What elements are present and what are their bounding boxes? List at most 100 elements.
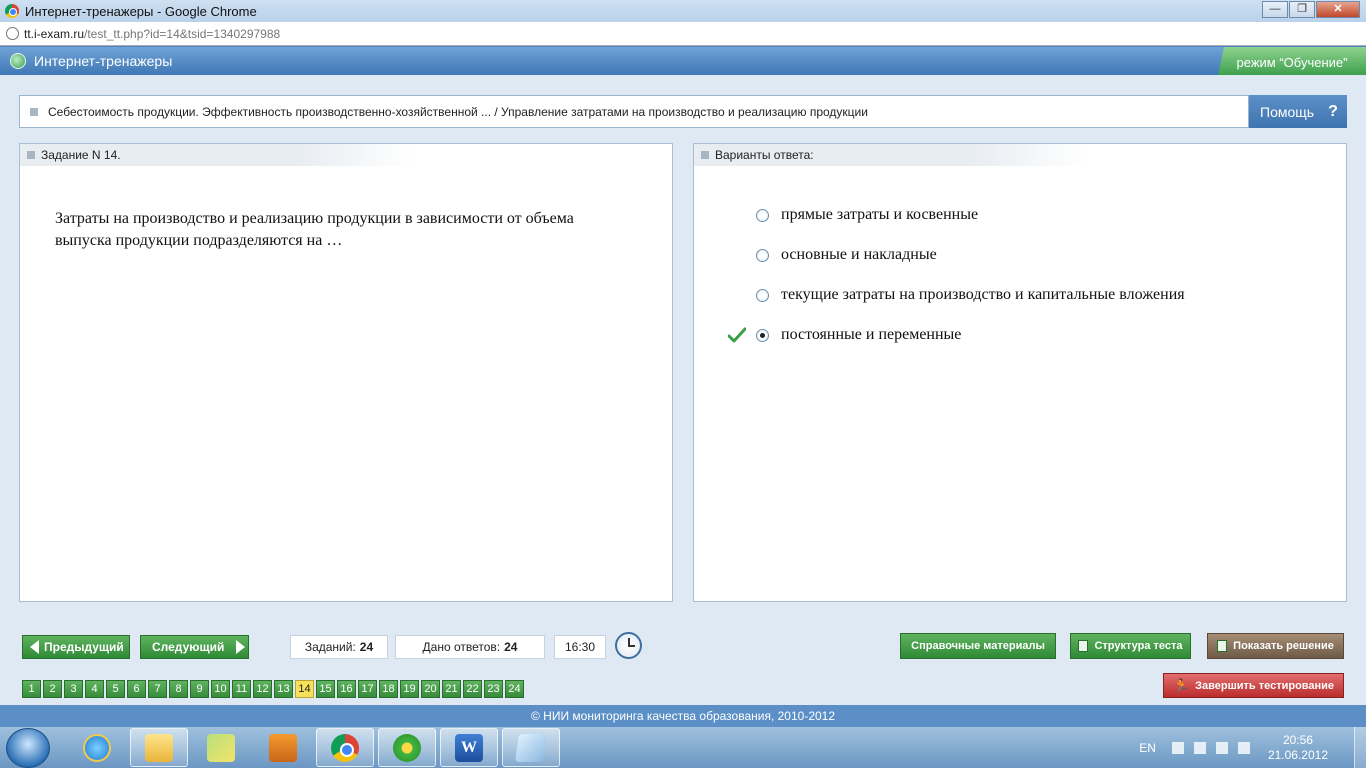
page-button-2[interactable]: 2 (43, 680, 62, 698)
show-solution-button[interactable]: Показать решение (1207, 633, 1344, 659)
page-button-14[interactable]: 14 (295, 680, 314, 698)
help-button[interactable]: Помощь ? (1249, 95, 1347, 128)
page-button-19[interactable]: 19 (400, 680, 419, 698)
answer-option-3[interactable]: текущие затраты на производство и капита… (756, 286, 1185, 304)
test-structure-button[interactable]: Структура теста (1070, 633, 1191, 659)
next-label: Следующий (152, 640, 225, 654)
breadcrumb: Себестоимость продукции. Эффективность п… (19, 95, 1249, 128)
task-header: Задание N 14. (20, 144, 414, 166)
answer-option-2[interactable]: основные и накладные (756, 246, 937, 264)
network-icon[interactable] (1193, 741, 1206, 754)
answer-option-1[interactable]: прямые затраты и косвенные (756, 206, 978, 224)
answer-label: текущие затраты на производство и капита… (781, 286, 1185, 303)
mode-badge: режим “Обучение” (1218, 47, 1366, 75)
book-icon (1217, 640, 1228, 652)
page-button-3[interactable]: 3 (64, 680, 83, 698)
taskbar-notepad[interactable] (502, 728, 560, 767)
show-hidden-icons-icon[interactable] (1171, 741, 1184, 754)
volume-icon[interactable] (1237, 741, 1250, 754)
url-text[interactable]: tt.i-exam.ru/test_tt.php?id=14&tsid=1340… (24, 27, 280, 41)
page-button-21[interactable]: 21 (442, 680, 461, 698)
media-player-icon (269, 733, 297, 762)
notepad-icon (515, 733, 547, 762)
maximize-button[interactable]: ❐ (1289, 1, 1315, 18)
chrome-icon (331, 733, 359, 762)
clock[interactable]: 20:56 21.06.2012 (1268, 733, 1328, 763)
answers-header-label: Варианты ответа: (715, 148, 814, 162)
tasks-count-label: Заданий: (304, 640, 356, 654)
answer-option-4[interactable]: постоянные и переменные (756, 326, 961, 344)
page-navigation: 1 2 3 4 5 6 7 8 9 10 11 12 13 14 15 16 17 18 19 20 21 22 23 24 (22, 680, 526, 698)
tasks-count: Заданий: 24 (290, 635, 388, 659)
footer-copyright: © НИИ мониторинга качества образования, … (0, 705, 1366, 727)
radio-button-selected[interactable] (756, 328, 769, 342)
globe-icon (10, 53, 26, 69)
page-button-10[interactable]: 10 (211, 680, 230, 698)
previous-button[interactable]: Предыдущий (22, 635, 130, 659)
breadcrumb-text: Себестоимость продукции. Эффективность п… (48, 104, 868, 119)
taskbar-explorer[interactable] (130, 728, 188, 767)
finish-test-button[interactable]: 🏃 Завершить тестирование (1163, 673, 1344, 698)
page-button-20[interactable]: 20 (421, 680, 440, 698)
page-button-8[interactable]: 8 (169, 680, 188, 698)
taskbar-media-player[interactable] (254, 728, 312, 767)
internet-explorer-icon (83, 733, 111, 762)
page-button-6[interactable]: 6 (127, 680, 146, 698)
bullet-icon (701, 151, 709, 159)
page-button-4[interactable]: 4 (85, 680, 104, 698)
page-button-12[interactable]: 12 (253, 680, 272, 698)
taskbar-ie[interactable] (68, 728, 126, 767)
taskbar-icq[interactable] (378, 728, 436, 767)
running-man-icon: 🏃 (1172, 677, 1190, 693)
next-button[interactable]: Следующий (140, 635, 249, 659)
app-header: Интернет-тренажеры режим “Обучение” (0, 47, 1366, 75)
page-button-24[interactable]: 24 (505, 680, 524, 698)
app-title: Интернет-тренажеры (34, 53, 173, 69)
bullet-icon (30, 107, 38, 116)
show-desktop-button[interactable] (1354, 727, 1366, 768)
start-button[interactable] (6, 727, 50, 768)
page-button-17[interactable]: 17 (358, 680, 377, 698)
radio-button[interactable] (756, 208, 769, 222)
answered-count-label: Дано ответов: (422, 640, 501, 654)
page-info-icon[interactable] (6, 27, 19, 40)
clock-icon (615, 632, 642, 659)
answers-header: Варианты ответа: (694, 144, 1088, 166)
system-tray: EN 20:56 21.06.2012 (1139, 727, 1366, 768)
window-title: Интернет-тренажеры - Google Chrome (25, 3, 257, 19)
page-button-1[interactable]: 1 (22, 680, 41, 698)
window-titlebar: Интернет-тренажеры - Google Chrome — ❐ ✕ (0, 0, 1366, 22)
signal-icon[interactable] (1215, 741, 1228, 754)
page-button-11[interactable]: 11 (232, 680, 251, 698)
answer-label: прямые затраты и косвенные (781, 206, 979, 223)
close-button[interactable]: ✕ (1316, 1, 1360, 18)
radio-button[interactable] (756, 248, 769, 262)
taskbar-chrome[interactable] (316, 728, 374, 767)
task-number: Задание N 14. (41, 148, 121, 162)
help-label: Помощь (1260, 103, 1315, 120)
taskbar-sticky-notes[interactable] (192, 728, 250, 767)
document-icon (1078, 640, 1089, 652)
arrow-right-icon (236, 640, 246, 654)
question-text: Затраты на производство и реализацию про… (55, 210, 574, 249)
sticky-notes-icon (207, 733, 235, 762)
word-icon: W (455, 733, 483, 762)
address-bar[interactable]: tt.i-exam.ru/test_tt.php?id=14&tsid=1340… (0, 22, 1366, 46)
task-panel: Задание N 14. Затраты на производство и … (19, 143, 673, 602)
url-host: tt.i-exam.ru (24, 26, 85, 41)
page-button-13[interactable]: 13 (274, 680, 293, 698)
page-button-16[interactable]: 16 (337, 680, 356, 698)
language-indicator[interactable]: EN (1139, 741, 1156, 755)
radio-button[interactable] (756, 288, 769, 302)
page-button-23[interactable]: 23 (484, 680, 503, 698)
page-button-9[interactable]: 9 (190, 680, 209, 698)
taskbar-word[interactable]: W (440, 728, 498, 767)
finish-label: Завершить тестирование (1195, 679, 1335, 692)
reference-materials-button[interactable]: Справочные материалы (900, 633, 1056, 659)
minimize-button[interactable]: — (1262, 1, 1288, 18)
page-button-18[interactable]: 18 (379, 680, 398, 698)
page-button-7[interactable]: 7 (148, 680, 167, 698)
page-button-15[interactable]: 15 (316, 680, 335, 698)
page-button-22[interactable]: 22 (463, 680, 482, 698)
page-button-5[interactable]: 5 (106, 680, 125, 698)
